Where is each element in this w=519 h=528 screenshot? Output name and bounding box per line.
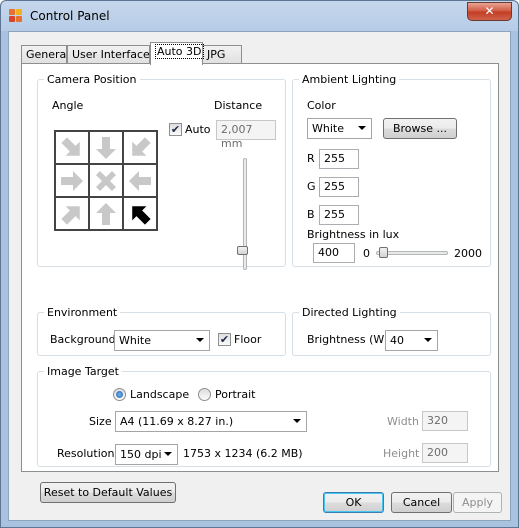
ambient-lighting-legend: Ambient Lighting bbox=[302, 73, 397, 86]
angle-right[interactable] bbox=[123, 164, 157, 197]
angle-top-left[interactable] bbox=[55, 131, 89, 164]
image-target-group: Image Target Landscape Portrait Size A4 … bbox=[37, 365, 491, 467]
arrow-up-left-icon bbox=[132, 206, 151, 225]
b-field[interactable]: 255 bbox=[319, 205, 359, 225]
b-label: B bbox=[307, 208, 315, 221]
tab-user-interface[interactable]: User Interface bbox=[67, 45, 150, 64]
environment-legend: Environment bbox=[47, 306, 118, 319]
close-icon: ✕ bbox=[484, 4, 495, 18]
chevron-down-icon bbox=[293, 419, 301, 423]
angle-bottom-right[interactable] bbox=[123, 197, 157, 230]
portrait-label: Portrait bbox=[215, 388, 256, 401]
arrow-up-right-icon bbox=[61, 206, 80, 225]
browse-button[interactable]: Browse ... bbox=[383, 118, 457, 139]
angle-bottom[interactable] bbox=[89, 197, 123, 230]
arrow-down-left-icon bbox=[132, 137, 151, 156]
brightness-lux-field[interactable]: 400 bbox=[313, 243, 355, 263]
chevron-down-icon bbox=[358, 126, 366, 130]
close-button[interactable]: ✕ bbox=[467, 2, 512, 21]
resolution-info: 1753 x 1234 (6.2 MB) bbox=[183, 447, 303, 460]
title-bar[interactable]: Control Panel ✕ bbox=[1, 1, 518, 31]
arrow-down-icon bbox=[96, 137, 116, 159]
floor-label: Floor bbox=[234, 333, 262, 346]
camera-position-group: Camera Position Angle Distance ✔ Auto 2,… bbox=[37, 73, 286, 270]
r-label: R bbox=[307, 152, 315, 165]
angle-center[interactable] bbox=[89, 164, 123, 197]
directed-lighting-group: Directed Lighting Brightness (W) 40 bbox=[292, 306, 491, 356]
distance-field[interactable]: 2,007 mm bbox=[216, 120, 276, 150]
control-panel-window: Control Panel ✕ General User Interface A… bbox=[0, 0, 519, 528]
background-select[interactable]: White bbox=[114, 330, 210, 351]
ok-button[interactable]: OK bbox=[323, 492, 384, 513]
slider-max-label: 2000 bbox=[454, 247, 482, 260]
width-field[interactable]: 320 bbox=[422, 411, 468, 431]
brightness-lux-label: Brightness in lux bbox=[307, 228, 400, 241]
reset-defaults-button[interactable]: Reset to Default Values bbox=[40, 482, 176, 503]
slider-min-label: 0 bbox=[363, 247, 370, 260]
height-field[interactable]: 200 bbox=[422, 443, 468, 463]
tab-general[interactable]: General bbox=[21, 45, 69, 64]
auto-label: Auto bbox=[185, 123, 211, 136]
resolution-select[interactable]: 150 dpi bbox=[115, 444, 178, 465]
size-select[interactable]: A4 (11.69 x 8.27 in.) bbox=[115, 411, 307, 432]
environment-group: Environment Background White ✔ Floor bbox=[37, 306, 286, 356]
arrow-right-icon bbox=[61, 171, 83, 191]
angle-top-right[interactable] bbox=[123, 131, 157, 164]
arrow-up-icon bbox=[96, 203, 116, 225]
apply-button[interactable]: Apply bbox=[453, 492, 502, 513]
brightness-slider-thumb[interactable] bbox=[379, 247, 389, 258]
center-cross-icon bbox=[96, 171, 116, 191]
height-label: Height bbox=[383, 447, 420, 460]
angle-top[interactable] bbox=[89, 131, 123, 164]
color-select[interactable]: White bbox=[307, 118, 372, 139]
camera-position-legend: Camera Position bbox=[47, 73, 137, 86]
tab-auto-3d[interactable]: Auto 3D bbox=[150, 42, 204, 65]
brightness-w-label: Brightness (W) bbox=[307, 333, 389, 346]
directed-lighting-legend: Directed Lighting bbox=[302, 306, 397, 319]
landscape-label: Landscape bbox=[130, 388, 190, 401]
g-field[interactable]: 255 bbox=[319, 177, 359, 197]
background-label: Background bbox=[50, 333, 116, 346]
tab-jpg[interactable]: JPG bbox=[202, 45, 242, 64]
arrow-left-icon bbox=[129, 171, 151, 191]
angle-grid bbox=[54, 130, 158, 231]
window-title: Control Panel bbox=[30, 9, 110, 23]
auto-checkbox[interactable]: ✔ bbox=[169, 123, 182, 136]
size-label: Size bbox=[89, 415, 112, 428]
arrow-down-right-icon bbox=[61, 137, 80, 156]
cancel-button[interactable]: Cancel bbox=[391, 492, 452, 513]
landscape-radio[interactable] bbox=[113, 388, 126, 401]
chevron-down-icon bbox=[196, 338, 204, 342]
portrait-radio[interactable] bbox=[198, 388, 211, 401]
chevron-down-icon bbox=[424, 338, 432, 342]
ambient-lighting-group: Ambient Lighting Color White Browse ... … bbox=[292, 73, 491, 267]
resolution-label: Resolution bbox=[57, 447, 115, 460]
image-target-legend: Image Target bbox=[47, 365, 119, 378]
width-label: Width bbox=[387, 415, 419, 428]
brightness-w-select[interactable]: 40 bbox=[385, 330, 438, 351]
r-field[interactable]: 255 bbox=[319, 149, 359, 169]
floor-checkbox[interactable]: ✔ bbox=[218, 333, 231, 346]
g-label: G bbox=[307, 180, 316, 193]
angle-bottom-left[interactable] bbox=[55, 197, 89, 230]
angle-left[interactable] bbox=[55, 164, 89, 197]
distance-label: Distance bbox=[214, 99, 263, 112]
chevron-down-icon bbox=[164, 452, 172, 456]
auto-3d-page: Camera Position Angle Distance ✔ Auto 2,… bbox=[21, 63, 499, 503]
control-panel-icon bbox=[9, 9, 23, 23]
distance-slider-thumb[interactable] bbox=[237, 246, 248, 255]
client-area: General User Interface Auto 3D JPG Camer… bbox=[8, 31, 511, 521]
angle-label: Angle bbox=[52, 99, 84, 112]
color-label: Color bbox=[307, 99, 336, 112]
